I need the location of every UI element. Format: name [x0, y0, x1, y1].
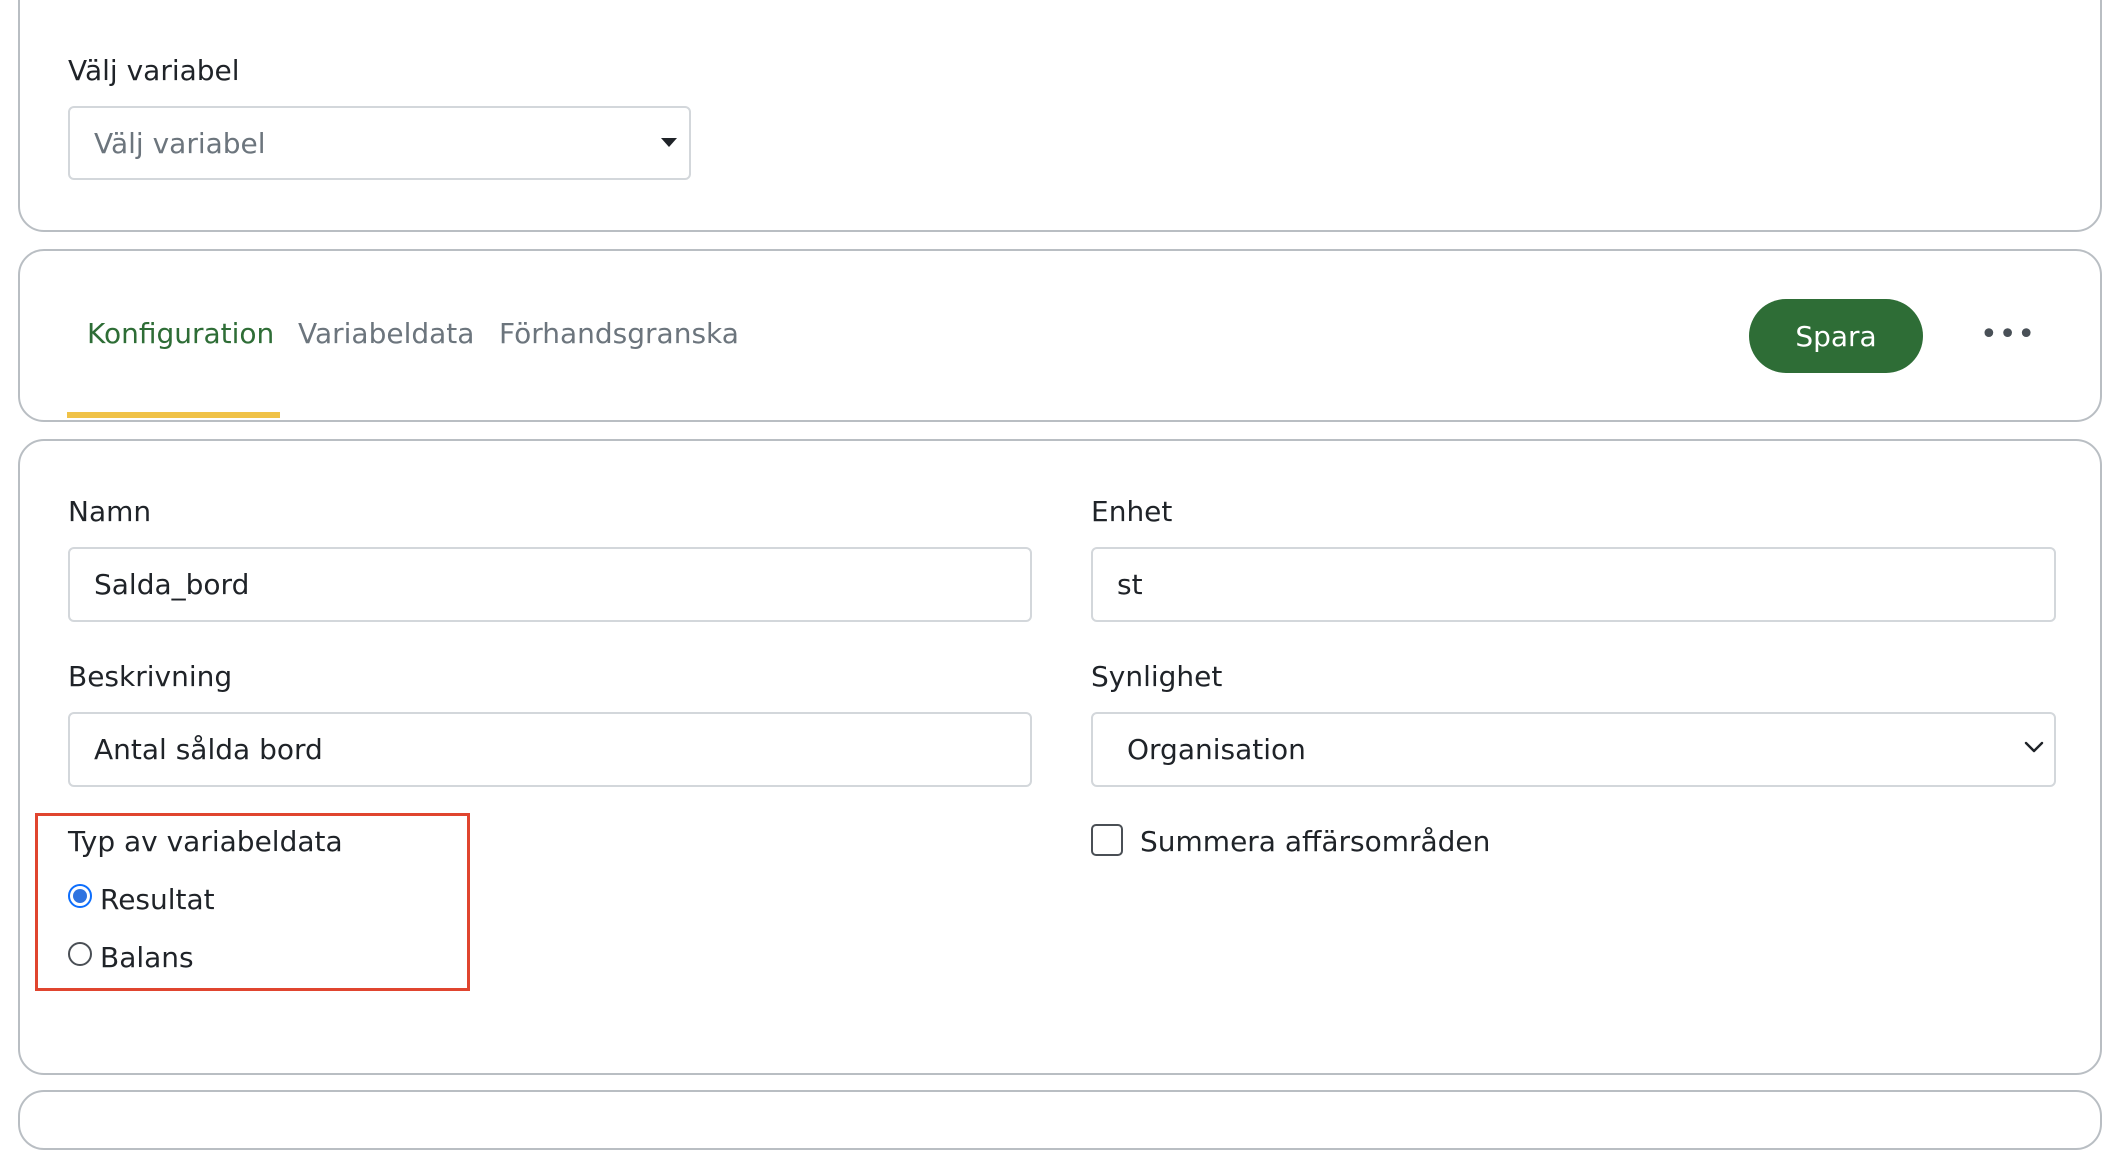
- variable-select-dropdown[interactable]: Välj variabel: [68, 106, 691, 180]
- name-input-value: Salda_bord: [94, 568, 250, 601]
- caret-down-icon: [661, 138, 677, 147]
- data-type-label: Typ av variabeldata: [68, 825, 343, 858]
- radio-balans-label[interactable]: Balans: [100, 944, 194, 972]
- visibility-select[interactable]: Organisation: [1091, 712, 2056, 787]
- radio-balans[interactable]: [68, 942, 92, 966]
- description-input-value: Antal sålda bord: [94, 733, 323, 766]
- tab-variabeldata[interactable]: Variabeldata: [298, 320, 474, 348]
- chevron-down-icon: [2024, 741, 2044, 753]
- name-input[interactable]: Salda_bord: [68, 547, 1032, 622]
- save-button[interactable]: Spara: [1749, 299, 1923, 373]
- sum-business-areas-label[interactable]: Summera affärsområden: [1140, 828, 1490, 856]
- description-label: Beskrivning: [68, 660, 233, 693]
- sum-business-areas-checkbox[interactable]: [1091, 824, 1123, 856]
- variable-select-label: Välj variabel: [68, 54, 240, 87]
- tab-forhandsgranska[interactable]: Förhandsgranska: [499, 320, 739, 348]
- radio-resultat[interactable]: [68, 884, 92, 908]
- name-label: Namn: [68, 495, 152, 528]
- description-input[interactable]: Antal sålda bord: [68, 712, 1032, 787]
- variable-select-placeholder: Välj variabel: [94, 126, 266, 160]
- unit-input[interactable]: st: [1091, 547, 2056, 622]
- tab-konfiguration[interactable]: Konfiguration: [87, 320, 274, 348]
- visibility-label: Synlighet: [1091, 660, 1223, 693]
- next-card: [18, 1090, 2102, 1150]
- unit-input-value: st: [1117, 568, 1143, 601]
- visibility-select-value: Organisation: [1127, 733, 1306, 766]
- unit-label: Enhet: [1091, 495, 1173, 528]
- radio-resultat-label[interactable]: Resultat: [100, 886, 215, 914]
- more-options-icon[interactable]: •••: [1980, 320, 2036, 350]
- active-tab-indicator: [67, 412, 280, 418]
